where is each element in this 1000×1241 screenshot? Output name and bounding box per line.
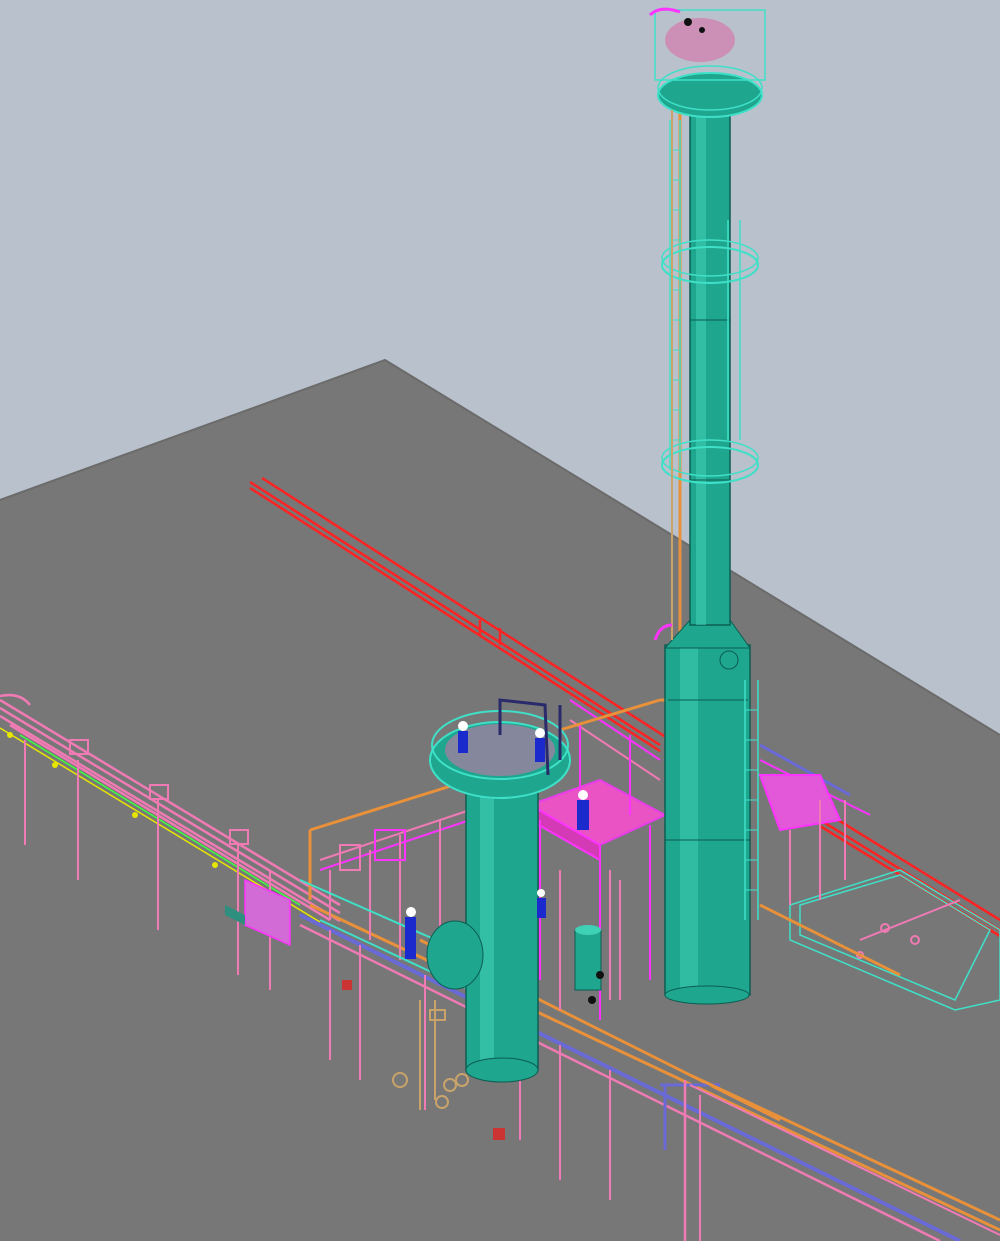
worker-figure-icon (577, 790, 589, 830)
drain-box (342, 980, 352, 990)
model-viewport[interactable] (0, 0, 1000, 1241)
worker-figure-icon (537, 889, 546, 918)
worker-figure-icon (535, 728, 545, 762)
plant-3d-scene (0, 0, 1000, 1241)
drum-vessel (574, 925, 602, 991)
drain-box (493, 1128, 505, 1140)
worker-figure-icon (458, 721, 468, 753)
